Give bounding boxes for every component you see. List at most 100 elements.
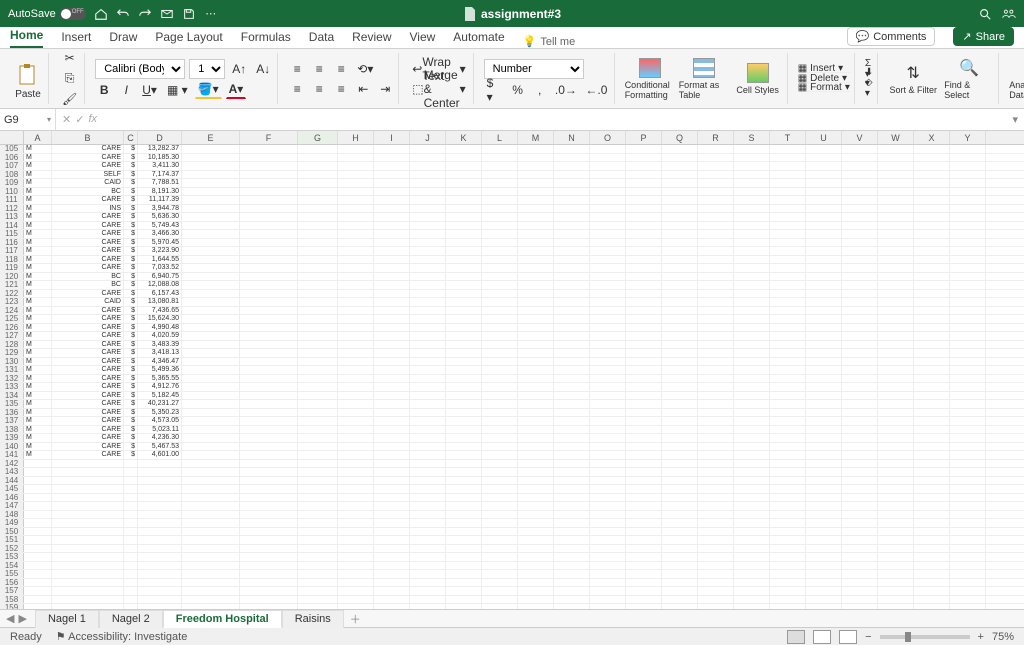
cell[interactable]: [698, 358, 734, 366]
cell[interactable]: [518, 562, 554, 570]
cell[interactable]: [914, 171, 950, 179]
cell[interactable]: [626, 443, 662, 451]
cell[interactable]: [914, 281, 950, 289]
cell[interactable]: [698, 366, 734, 374]
cell[interactable]: $: [124, 154, 138, 162]
cell[interactable]: [770, 341, 806, 349]
cell[interactable]: [590, 579, 626, 587]
cell[interactable]: [554, 247, 590, 255]
cell[interactable]: [298, 468, 338, 476]
cell[interactable]: [626, 579, 662, 587]
cell[interactable]: [914, 494, 950, 502]
cell[interactable]: [842, 451, 878, 459]
cell[interactable]: [878, 196, 914, 204]
cell[interactable]: [240, 213, 298, 221]
cell[interactable]: [698, 562, 734, 570]
cell[interactable]: [298, 213, 338, 221]
cell[interactable]: $: [124, 290, 138, 298]
cell[interactable]: $: [124, 332, 138, 340]
cell[interactable]: [554, 358, 590, 366]
cell[interactable]: [518, 247, 554, 255]
cell[interactable]: [590, 375, 626, 383]
cell[interactable]: [374, 256, 410, 264]
cell[interactable]: [52, 604, 124, 609]
cell[interactable]: [950, 511, 986, 519]
cell[interactable]: [338, 375, 374, 383]
cell[interactable]: [554, 477, 590, 485]
cell[interactable]: [662, 222, 698, 230]
cell[interactable]: [298, 375, 338, 383]
cell[interactable]: [554, 494, 590, 502]
cell[interactable]: [806, 417, 842, 425]
cell[interactable]: $: [124, 162, 138, 170]
cell[interactable]: [446, 434, 482, 442]
cell[interactable]: [298, 400, 338, 408]
cell[interactable]: [950, 375, 986, 383]
cell[interactable]: [806, 247, 842, 255]
column-header[interactable]: T: [770, 131, 806, 144]
cell[interactable]: M: [24, 409, 52, 417]
cell[interactable]: [138, 553, 182, 561]
cell[interactable]: [698, 477, 734, 485]
cell[interactable]: [878, 349, 914, 357]
cell[interactable]: [698, 281, 734, 289]
cell[interactable]: [914, 443, 950, 451]
cell[interactable]: [734, 434, 770, 442]
cell[interactable]: [662, 443, 698, 451]
cell[interactable]: [734, 519, 770, 527]
cell[interactable]: [734, 247, 770, 255]
sheet-tab[interactable]: Nagel 1: [35, 610, 99, 628]
cell[interactable]: [410, 366, 446, 374]
cell[interactable]: [590, 196, 626, 204]
cell[interactable]: [770, 273, 806, 281]
cell[interactable]: M: [24, 417, 52, 425]
cell[interactable]: $: [124, 171, 138, 179]
cell[interactable]: [770, 205, 806, 213]
cell[interactable]: [124, 511, 138, 519]
cell[interactable]: 5,182.45: [138, 392, 182, 400]
cell[interactable]: [698, 349, 734, 357]
cell[interactable]: [482, 417, 518, 425]
cell[interactable]: [698, 596, 734, 604]
cell[interactable]: [626, 477, 662, 485]
format-painter-icon[interactable]: 🖌: [59, 91, 80, 107]
cell[interactable]: CARE: [52, 196, 124, 204]
cell[interactable]: [298, 451, 338, 459]
cell[interactable]: [124, 545, 138, 553]
cell[interactable]: [482, 536, 518, 544]
cell[interactable]: $: [124, 383, 138, 391]
cell[interactable]: [734, 358, 770, 366]
cell[interactable]: [806, 349, 842, 357]
cell[interactable]: [554, 460, 590, 468]
cell[interactable]: [240, 290, 298, 298]
row-header[interactable]: 146: [0, 494, 24, 502]
cut-icon[interactable]: ✂: [59, 50, 80, 66]
cell[interactable]: [374, 154, 410, 162]
cell[interactable]: CARE: [52, 315, 124, 323]
cell[interactable]: [518, 366, 554, 374]
cell[interactable]: $: [124, 375, 138, 383]
cell[interactable]: $: [124, 324, 138, 332]
cell[interactable]: [806, 587, 842, 595]
cell[interactable]: [446, 349, 482, 357]
cell[interactable]: [24, 545, 52, 553]
cell[interactable]: [590, 145, 626, 153]
cell[interactable]: [298, 205, 338, 213]
comments-button[interactable]: 💬Comments: [847, 27, 936, 46]
cell[interactable]: [590, 188, 626, 196]
cell[interactable]: [842, 332, 878, 340]
cell[interactable]: 1,644.55: [138, 256, 182, 264]
cell[interactable]: [806, 205, 842, 213]
cell[interactable]: [374, 553, 410, 561]
cell[interactable]: [950, 587, 986, 595]
cell[interactable]: [138, 519, 182, 527]
cell[interactable]: [878, 443, 914, 451]
cell[interactable]: [338, 298, 374, 306]
cell[interactable]: [518, 358, 554, 366]
cell[interactable]: [446, 604, 482, 609]
cell[interactable]: [298, 460, 338, 468]
cell[interactable]: [950, 553, 986, 561]
cell[interactable]: [554, 409, 590, 417]
cell[interactable]: [410, 298, 446, 306]
cell[interactable]: [182, 468, 240, 476]
